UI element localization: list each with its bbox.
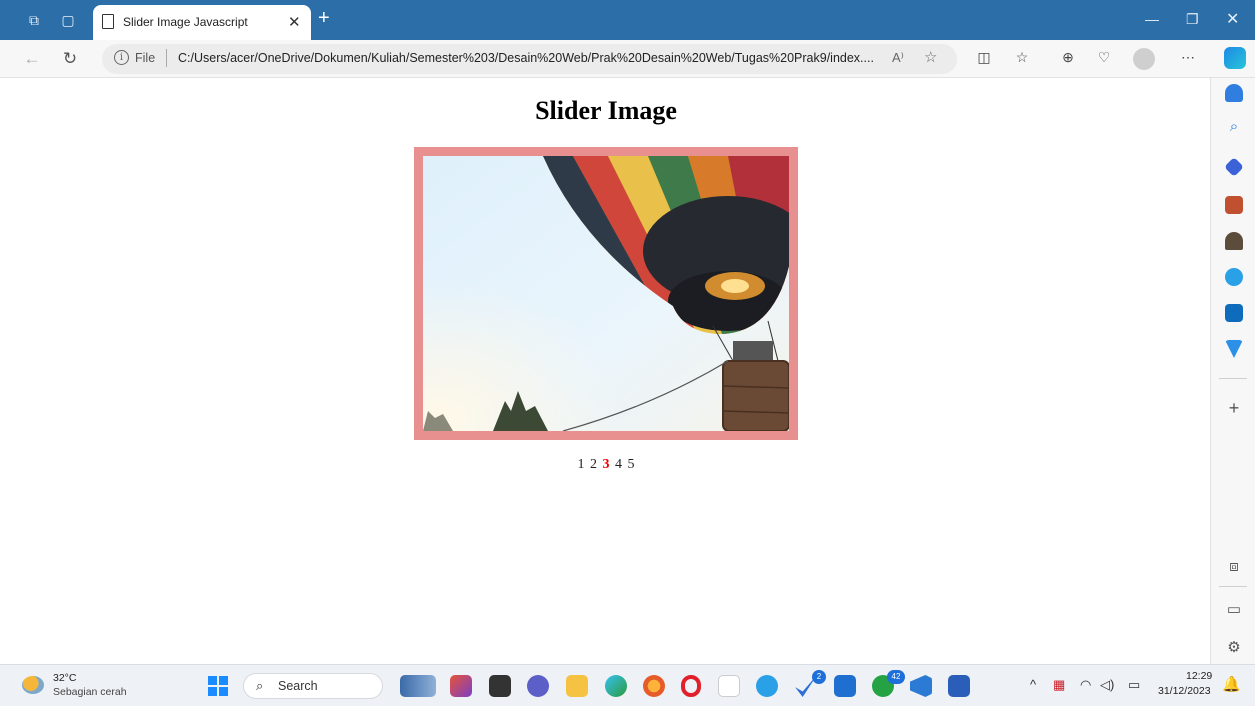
wifi-icon[interactable]: ◠ xyxy=(1080,677,1091,693)
tools-icon[interactable] xyxy=(1225,196,1243,214)
microsoft-365-icon[interactable] xyxy=(1225,268,1243,286)
weather-temperature[interactable]: 32°C xyxy=(53,672,76,684)
new-tab-icon[interactable]: + xyxy=(318,7,330,30)
clock-date[interactable]: 31/12/2023 xyxy=(1158,685,1211,697)
slider-frame xyxy=(414,147,798,440)
slide-dot-2[interactable]: 2 xyxy=(590,457,597,472)
windows-taskbar: 32°C Sebagian cerah ⌕ Search 2 42 ^ ▦ ◠ … xyxy=(0,664,1255,706)
search-icon[interactable]: ⌕ xyxy=(1224,118,1244,135)
page-title: Slider Image xyxy=(535,96,677,125)
app-pke-icon[interactable] xyxy=(450,675,472,697)
sidebar-divider xyxy=(1219,586,1247,587)
settings-gear-icon[interactable]: ⚙ xyxy=(1224,638,1244,656)
read-aloud-icon[interactable]: A⁾ xyxy=(892,50,904,66)
taskbar-search[interactable]: ⌕ Search xyxy=(243,673,383,699)
copilot-icon[interactable] xyxy=(1224,47,1246,69)
todo-badge: 2 xyxy=(812,670,826,684)
browser-titlebar: ⧉ ▢ Slider Image Javascript ✕ + — ❐ ✕ xyxy=(0,0,1255,40)
page-icon xyxy=(102,14,114,29)
search-label: Search xyxy=(278,679,318,693)
battery-icon[interactable]: ▭ xyxy=(1128,677,1140,693)
tab-title: Slider Image Javascript xyxy=(123,15,248,29)
weather-icon[interactable] xyxy=(22,676,44,694)
games-icon[interactable] xyxy=(1225,232,1243,250)
add-icon[interactable]: + xyxy=(1224,398,1244,419)
clock-time[interactable]: 12:29 xyxy=(1186,670,1212,682)
info-icon[interactable]: i xyxy=(114,50,129,65)
close-window-icon[interactable]: ✕ xyxy=(1226,9,1239,29)
browser-essentials-icon[interactable]: ♡ xyxy=(1093,49,1115,69)
favorites-icon[interactable]: ☆ xyxy=(1011,49,1033,69)
address-bar[interactable]: i File C:/Users/acer/OneDrive/Dokumen/Ku… xyxy=(102,44,957,74)
hot-air-balloon-image xyxy=(423,156,789,431)
search-icon: ⌕ xyxy=(256,678,264,693)
collections-icon[interactable]: ⊕ xyxy=(1057,49,1079,69)
mail-icon[interactable] xyxy=(834,675,856,697)
workspaces-icon[interactable]: ⧉ xyxy=(24,10,44,30)
app-thumbnail-icon[interactable] xyxy=(400,675,436,697)
calendar-tray-icon[interactable]: ▦ xyxy=(1053,677,1065,693)
hide-sidebar-icon[interactable]: ▭ xyxy=(1224,600,1244,618)
address-row: ← ↻ i File C:/Users/acer/OneDrive/Dokume… xyxy=(0,40,1255,78)
more-options-icon[interactable]: ⋯ xyxy=(1177,49,1199,69)
slide-dot-5[interactable]: 5 xyxy=(628,457,635,472)
tab-actions-icon[interactable]: ▢ xyxy=(58,10,78,30)
opera-icon[interactable] xyxy=(681,675,701,697)
edge-icon[interactable] xyxy=(605,675,627,697)
minimize-icon[interactable]: — xyxy=(1145,11,1159,27)
slide-dot-1[interactable]: 1 xyxy=(578,457,585,472)
show-hidden-icons-icon[interactable]: ^ xyxy=(1030,677,1036,692)
app-task-view-icon[interactable] xyxy=(489,675,511,697)
back-icon[interactable]: ← xyxy=(20,47,44,71)
slide-dot-3[interactable]: 3 xyxy=(603,457,610,472)
notifications-icon[interactable] xyxy=(1225,84,1243,102)
refresh-icon[interactable]: ↻ xyxy=(58,47,82,71)
url-separator xyxy=(166,49,167,67)
start-button[interactable] xyxy=(208,676,228,696)
close-tab-icon[interactable]: ✕ xyxy=(288,13,301,31)
firefox-icon[interactable] xyxy=(643,675,665,697)
word-icon[interactable] xyxy=(948,675,970,697)
split-screen-icon[interactable]: ◫ xyxy=(973,49,995,69)
slide-indicator: 1 2 3 4 5 xyxy=(0,457,1212,473)
vscode-icon[interactable] xyxy=(910,675,932,697)
amazon-icon[interactable] xyxy=(718,675,740,697)
outlook-icon[interactable] xyxy=(1225,304,1243,322)
edge-sidebar: ⌕ + ⧈ ▭ ⚙ xyxy=(1210,78,1255,664)
file-explorer-icon[interactable] xyxy=(566,675,588,697)
whatsapp-badge: 42 xyxy=(887,670,905,684)
shopping-icon[interactable] xyxy=(1224,157,1244,177)
teams-chat-icon[interactable] xyxy=(527,675,549,697)
favorite-star-icon[interactable]: ☆ xyxy=(924,48,937,66)
url-text[interactable]: C:/Users/acer/OneDrive/Dokumen/Kuliah/Se… xyxy=(178,51,874,65)
drop-icon[interactable] xyxy=(1225,340,1243,358)
tab-slider-image[interactable]: Slider Image Javascript ✕ xyxy=(93,5,311,40)
restore-icon[interactable]: ❐ xyxy=(1186,11,1199,28)
notification-bell-icon[interactable]: 🔔 xyxy=(1222,675,1241,693)
slide-dot-4[interactable]: 4 xyxy=(615,457,622,472)
url-scheme: File xyxy=(135,51,156,65)
weather-description[interactable]: Sebagian cerah xyxy=(53,686,127,698)
screenshot-icon[interactable]: ⧈ xyxy=(1224,558,1244,575)
volume-icon[interactable]: ◁) xyxy=(1100,677,1114,693)
profile-avatar[interactable] xyxy=(1133,48,1155,70)
microsoft-365-icon[interactable] xyxy=(756,675,778,697)
sidebar-divider xyxy=(1219,378,1247,379)
